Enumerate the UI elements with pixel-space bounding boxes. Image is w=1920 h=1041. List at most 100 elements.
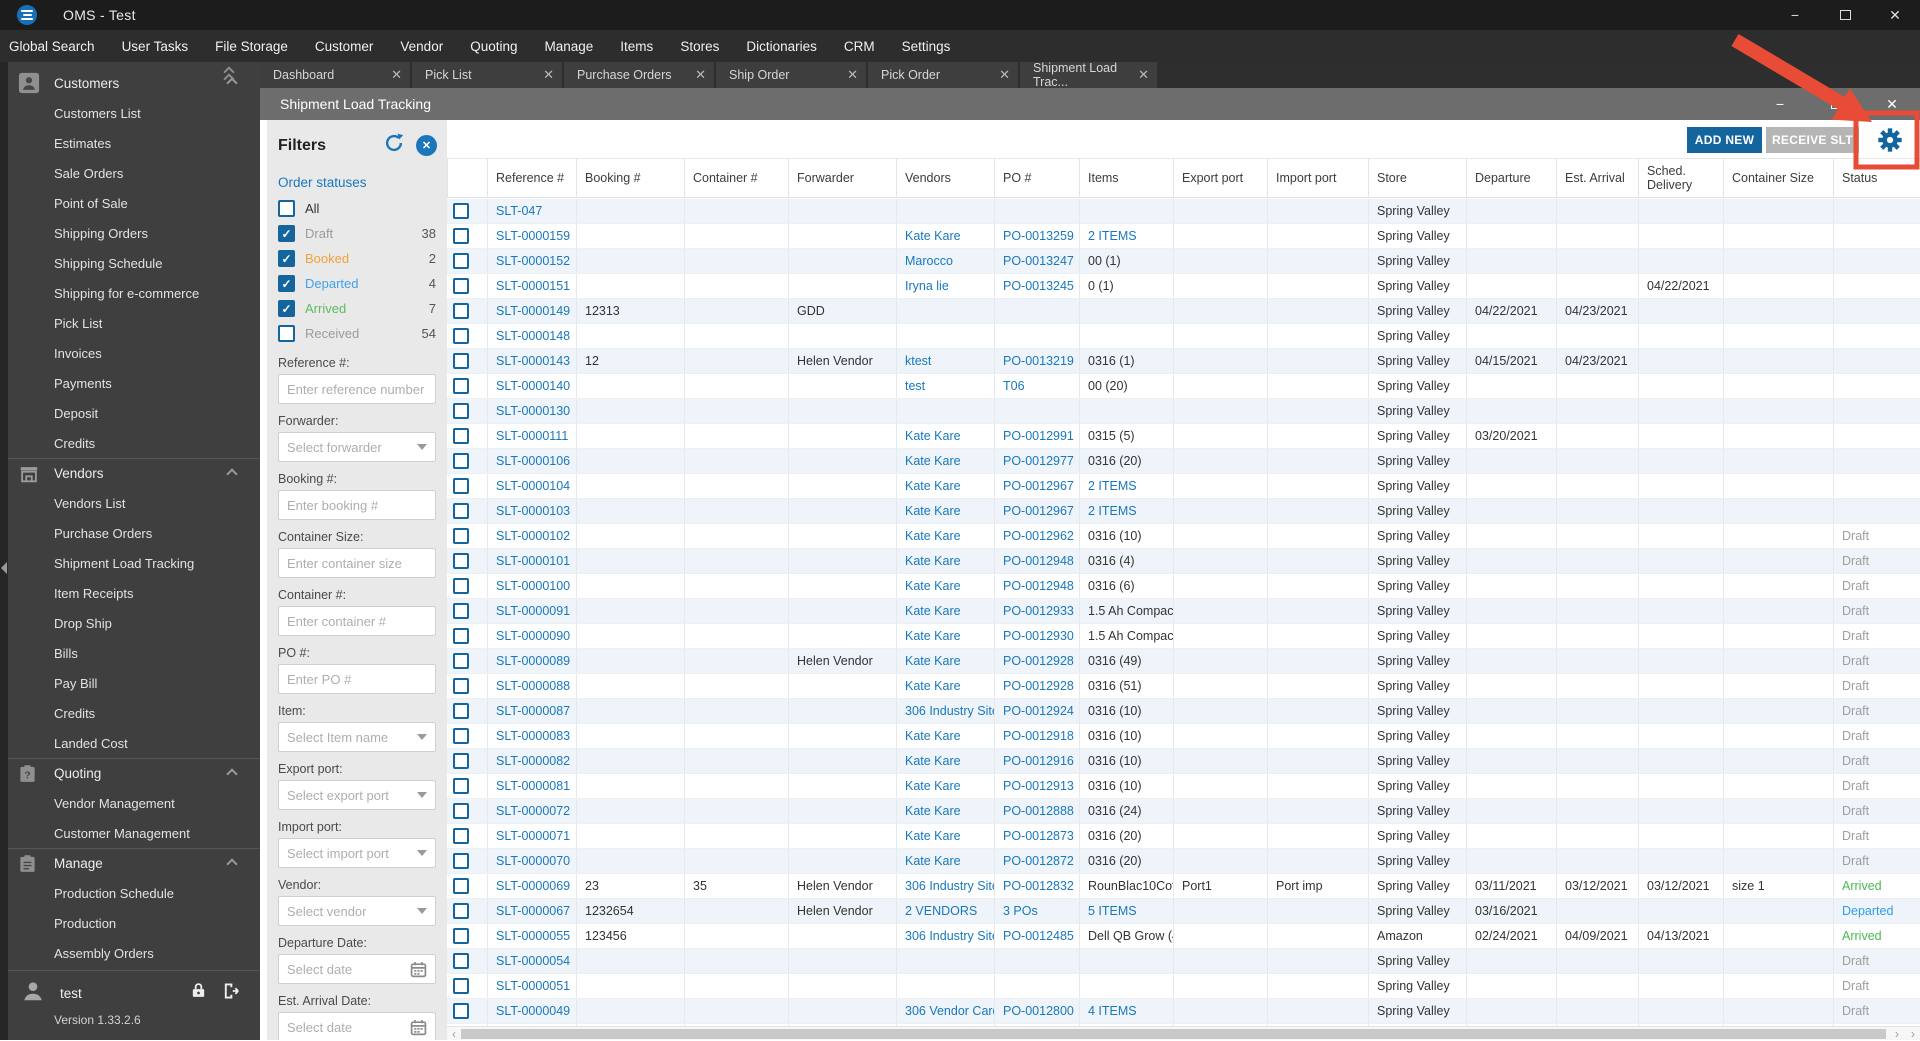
cell-ref[interactable]: SLT-0000087 (487, 699, 576, 723)
filters-close-icon[interactable]: ✕ (416, 135, 437, 156)
select-vendor[interactable]: Select vendor (278, 896, 436, 926)
input-reference[interactable]: Enter reference number (278, 374, 436, 404)
cell-ref[interactable]: SLT-0000101 (487, 549, 576, 573)
row-checkbox[interactable] (453, 928, 469, 944)
window-minimize-button[interactable]: − (1770, 0, 1820, 30)
logout-icon[interactable] (221, 981, 242, 1006)
cell-ref[interactable]: SLT-047 (487, 199, 576, 223)
menu-item-file-storage[interactable]: File Storage (215, 39, 288, 54)
cell-ref[interactable]: SLT-0000067 (487, 899, 576, 923)
sidebar-item-vendors-list[interactable]: Vendors List (0, 488, 260, 518)
cell-ref[interactable]: SLT-0000151 (487, 274, 576, 298)
table-row[interactable]: SLT-0000090Kate KarePO-00129301.5 Ah Com… (447, 624, 1920, 649)
cell-ref[interactable]: SLT-0000106 (487, 449, 576, 473)
chevron-up-icon[interactable] (226, 768, 237, 779)
cell-ref[interactable]: SLT-0000088 (487, 674, 576, 698)
column-header-ref[interactable]: Reference # (487, 159, 576, 197)
row-checkbox[interactable] (453, 453, 469, 469)
table-row[interactable]: SLT-00000671232654Helen Vendor2 VENDORS3… (447, 899, 1920, 924)
row-checkbox[interactable] (453, 703, 469, 719)
menu-item-crm[interactable]: CRM (844, 39, 875, 54)
row-checkbox[interactable] (453, 353, 469, 369)
checkbox-booked[interactable]: ✓ (278, 250, 295, 267)
calendar-icon[interactable] (410, 961, 427, 978)
cell-ref[interactable]: SLT-0000148 (487, 324, 576, 348)
column-header-cb[interactable] (447, 159, 487, 197)
checkbox-arrived[interactable]: ✓ (278, 300, 295, 317)
column-header-store[interactable]: Store (1368, 159, 1466, 197)
sidebar-item-landed-cost[interactable]: Landed Cost (0, 728, 260, 758)
table-row[interactable]: SLT-0000051Spring ValleyDraft (447, 974, 1920, 999)
window-maximize-button[interactable] (1820, 0, 1870, 30)
table-row[interactable]: SLT-0000054Spring ValleyDraft (447, 949, 1920, 974)
table-row[interactable]: SLT-000014912313GDDSpring Valley04/22/20… (447, 299, 1920, 324)
sidebar-item-credits[interactable]: Credits (0, 428, 260, 458)
column-header-size[interactable]: Container Size (1723, 159, 1833, 197)
row-checkbox[interactable] (453, 328, 469, 344)
sidebar-item-shipment-load-tracking[interactable]: Shipment Load Tracking (0, 548, 260, 578)
row-checkbox[interactable] (453, 428, 469, 444)
table-row[interactable]: SLT-0000103Kate KarePO-00129672 ITEMSSpr… (447, 499, 1920, 524)
row-checkbox[interactable] (453, 478, 469, 494)
select-export-port[interactable]: Select export port (278, 780, 436, 810)
menu-item-dictionaries[interactable]: Dictionaries (746, 39, 817, 54)
table-row[interactable]: SLT-0000106Kate KarePO-00129770316 (20)S… (447, 449, 1920, 474)
column-header-container[interactable]: Container # (684, 159, 788, 197)
cell-ref[interactable]: SLT-0000130 (487, 399, 576, 423)
cell-ref[interactable]: SLT-0000149 (487, 299, 576, 323)
checkbox-all[interactable] (278, 200, 295, 217)
row-checkbox[interactable] (453, 753, 469, 769)
sidebar-item-shipping-schedule[interactable]: Shipping Schedule (0, 248, 260, 278)
cell-ref[interactable]: SLT-0000090 (487, 624, 576, 648)
sidebar-item-sale-orders[interactable]: Sale Orders (0, 158, 260, 188)
sidebar-item-pick-list[interactable]: Pick List (0, 308, 260, 338)
table-row[interactable]: SLT-0000148Spring Valley (447, 324, 1920, 349)
select-import-port[interactable]: Select import port (278, 838, 436, 868)
sidebar-item-payments[interactable]: Payments (0, 368, 260, 398)
column-header-departure[interactable]: Departure (1466, 159, 1556, 197)
select-forwarder[interactable]: Select forwarder (278, 432, 436, 462)
cell-ref[interactable]: SLT-0000083 (487, 724, 576, 748)
tab-close-icon[interactable]: ✕ (1132, 67, 1149, 83)
row-checkbox[interactable] (453, 778, 469, 794)
menu-item-customer[interactable]: Customer (315, 39, 374, 54)
menu-item-items[interactable]: Items (620, 39, 653, 54)
scroll-right-icon[interactable]: › (1890, 1027, 1904, 1041)
row-checkbox[interactable] (453, 828, 469, 844)
cell-ref[interactable]: SLT-0000081 (487, 774, 576, 798)
row-checkbox[interactable] (453, 803, 469, 819)
refresh-icon[interactable] (383, 132, 405, 159)
sidebar-item-estimates[interactable]: Estimates (0, 128, 260, 158)
cell-ref[interactable]: SLT-0000103 (487, 499, 576, 523)
row-checkbox[interactable] (453, 853, 469, 869)
row-checkbox[interactable] (453, 578, 469, 594)
row-checkbox[interactable] (453, 678, 469, 694)
sidebar-item-production[interactable]: Production (0, 908, 260, 938)
table-row[interactable]: SLT-0000089Helen VendorKate KarePO-00129… (447, 649, 1920, 674)
cell-ref[interactable]: SLT-0000089 (487, 649, 576, 673)
cell-ref[interactable]: SLT-0000104 (487, 474, 576, 498)
column-header-items[interactable]: Items (1079, 159, 1173, 197)
column-header-import[interactable]: Import port (1267, 159, 1368, 197)
cell-ref[interactable]: SLT-0000152 (487, 249, 576, 273)
table-row[interactable]: SLT-0000091Kate KarePO-00129331.5 Ah Com… (447, 599, 1920, 624)
sidebar-item-bills[interactable]: Bills (0, 638, 260, 668)
table-row[interactable]: SLT-0000102Kate KarePO-00129620316 (10)S… (447, 524, 1920, 549)
column-header-po[interactable]: PO # (994, 159, 1079, 197)
row-checkbox[interactable] (453, 878, 469, 894)
cell-ref[interactable]: SLT-0000091 (487, 599, 576, 623)
sidebar-item-item-receipts[interactable]: Item Receipts (0, 578, 260, 608)
sidebar-section-manage[interactable]: Manage (0, 848, 260, 878)
sidebar-item-customers-list[interactable]: Customers List (0, 98, 260, 128)
row-checkbox[interactable] (453, 403, 469, 419)
table-row[interactable]: SLT-0000083Kate KarePO-00129180316 (10)S… (447, 724, 1920, 749)
cell-ref[interactable]: SLT-0000055 (487, 924, 576, 948)
cell-ref[interactable]: SLT-0000102 (487, 524, 576, 548)
table-row[interactable]: SLT-0000152MaroccoPO-001324700 (1)Spring… (447, 249, 1920, 274)
checkbox-draft[interactable]: ✓ (278, 225, 295, 242)
row-checkbox[interactable] (453, 553, 469, 569)
sidebar-item-assembly-orders[interactable]: Assembly Orders (0, 938, 260, 968)
cell-ref[interactable]: SLT-0000100 (487, 574, 576, 598)
column-header-booking[interactable]: Booking # (576, 159, 684, 197)
calendar-icon[interactable] (410, 1019, 427, 1036)
